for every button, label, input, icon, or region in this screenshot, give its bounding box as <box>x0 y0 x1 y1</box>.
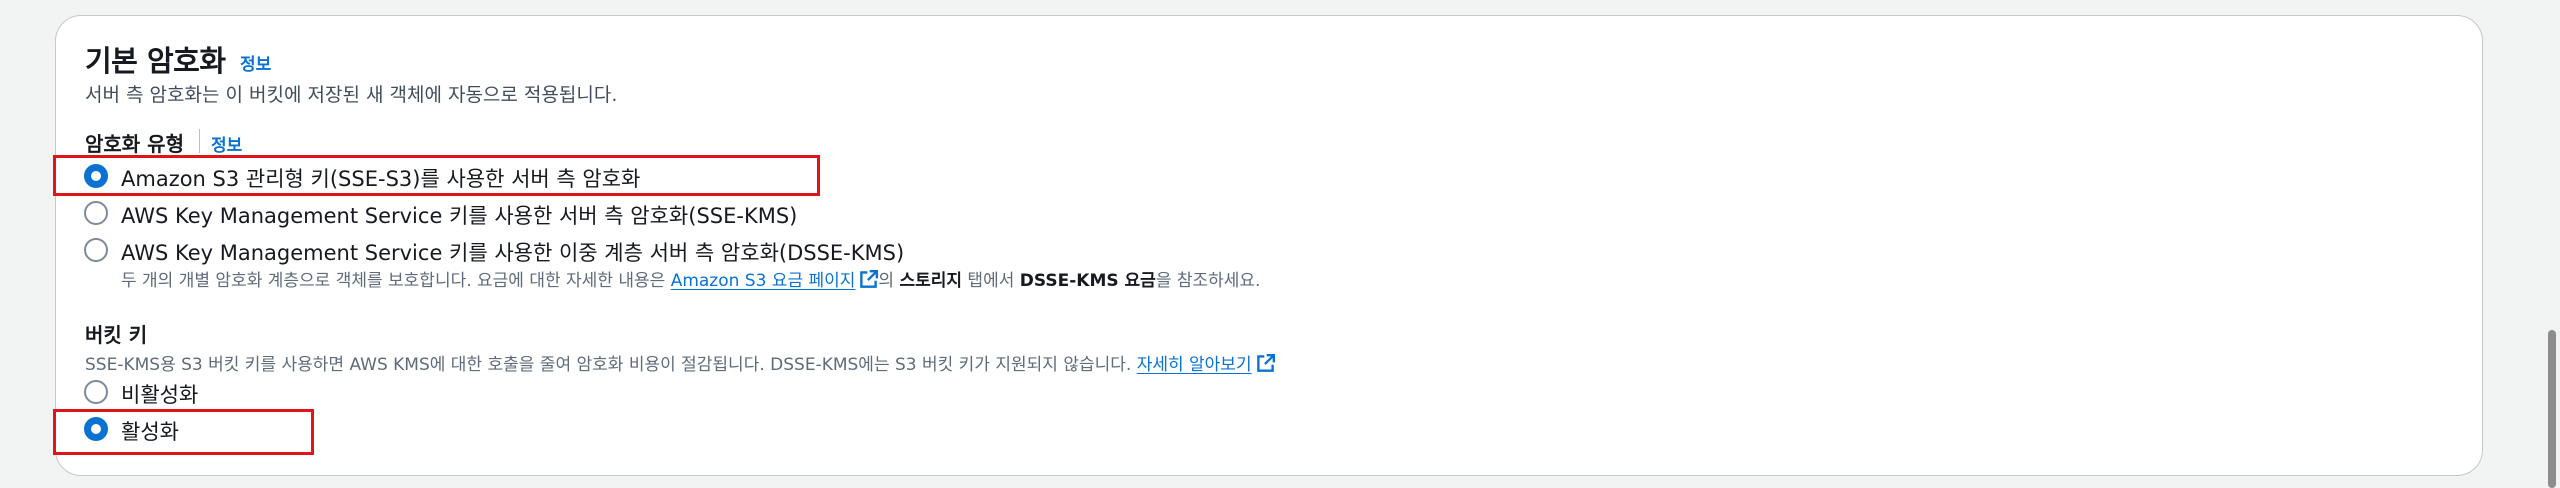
dsse-kms-radio[interactable] <box>84 238 108 262</box>
dsse-note-storage: 스토리지 <box>899 271 963 291</box>
highlight-box-enable <box>53 409 314 455</box>
highlight-box-sse-s3 <box>53 155 820 196</box>
sse-kms-option-label[interactable]: AWS Key Management Service 키를 사용한 서버 측 암… <box>121 200 797 230</box>
external-link-icon[interactable] <box>859 270 879 294</box>
bucket-key-disable-label[interactable]: 비활성화 <box>121 379 198 409</box>
bucket-key-description-text: SSE-KMS용 S3 버킷 키를 사용하면 AWS KMS에 대한 호출을 줄… <box>85 355 1132 375</box>
sse-kms-radio[interactable] <box>84 201 108 225</box>
dsse-note-prefix: 두 개의 개별 암호화 계층으로 객체를 보호합니다. 요금에 대한 자세한 내… <box>121 271 671 291</box>
section-title: 기본 암호화 <box>85 44 226 78</box>
bucket-key-disable-radio[interactable] <box>84 380 108 404</box>
dsse-note-suffix: 을 참조하세요. <box>1155 271 1261 291</box>
bucket-key-description: SSE-KMS용 S3 버킷 키를 사용하면 AWS KMS에 대한 호출을 줄… <box>85 350 1275 378</box>
scrollbar-thumb[interactable] <box>2548 330 2556 488</box>
bucket-key-label: 버킷 키 <box>85 323 148 347</box>
dsse-note-pricing: DSSE-KMS 요금 <box>1019 271 1156 291</box>
section-info-link[interactable]: 정보 <box>240 50 271 75</box>
section-description: 서버 측 암호화는 이 버킷에 저장된 새 객체에 자동으로 적용됩니다. <box>85 84 618 106</box>
dsse-note-mid1: 의 <box>878 271 900 291</box>
dsse-kms-option-label[interactable]: AWS Key Management Service 키를 사용한 이중 계층 … <box>121 237 904 267</box>
label-separator <box>199 129 200 153</box>
s3-pricing-link[interactable]: Amazon S3 요금 페이지 <box>671 271 856 291</box>
external-link-icon[interactable] <box>1256 354 1275 378</box>
encryption-type-label: 암호화 유형 <box>85 132 184 156</box>
learn-more-link[interactable]: 자세히 알아보기 <box>1137 355 1252 375</box>
encryption-type-info-link[interactable]: 정보 <box>211 131 242 156</box>
dsse-note-mid2: 탭에서 <box>962 271 1020 291</box>
dsse-kms-note: 두 개의 개별 암호화 계층으로 객체를 보호합니다. 요금에 대한 자세한 내… <box>121 266 1260 294</box>
